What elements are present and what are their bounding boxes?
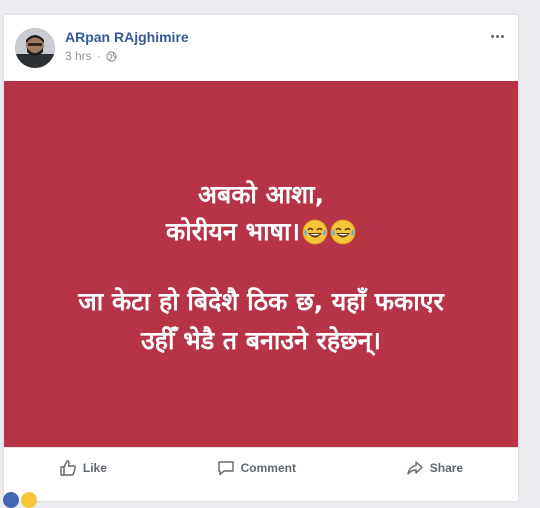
- comment-label: Comment: [240, 461, 296, 475]
- post-text-line: कोरीयन भाषा।: [166, 217, 300, 246]
- post-text-line: जा केटा हो बिदेशै ठिक छ, यहाँ फकाएर: [78, 287, 444, 316]
- meta-separator: ·: [96, 49, 101, 63]
- post-text-line-with-emoji: कोरीयन भाषा।: [4, 214, 518, 250]
- comment-icon: [217, 459, 235, 477]
- like-button[interactable]: Like: [47, 453, 119, 483]
- share-icon: [406, 459, 424, 477]
- author-name-link[interactable]: ARpan RAjghimire: [65, 29, 189, 45]
- share-label: Share: [429, 461, 464, 475]
- post-text-image[interactable]: अबको आशा, कोरीयन भाषा। जा केटा हो बिदेशै…: [4, 81, 518, 447]
- post-header: ARpan RAjghimire 3 hrs ·: [4, 15, 518, 81]
- comment-button[interactable]: Comment: [205, 453, 308, 483]
- post-text-line: उहीँ भेडै त बनाउने रहेछन्।: [140, 326, 382, 355]
- post-actions-bar: Like Comment Share: [4, 447, 518, 488]
- share-button[interactable]: Share: [394, 453, 475, 483]
- face-with-tears-of-joy-icon: [302, 219, 328, 245]
- post-meta: 3 hrs ·: [65, 49, 117, 63]
- thumbs-up-icon: [59, 459, 77, 477]
- like-reaction-icon: [3, 492, 19, 508]
- post-timestamp[interactable]: 3 hrs: [65, 49, 92, 63]
- like-label: Like: [82, 461, 107, 475]
- post-card: ARpan RAjghimire 3 hrs · अबको आशा, कोरीय…: [3, 14, 519, 502]
- avatar[interactable]: [15, 28, 55, 68]
- more-options-icon[interactable]: [486, 29, 508, 43]
- post-text-line: अबको आशा,: [197, 180, 325, 209]
- haha-reaction-icon: [21, 492, 37, 508]
- next-post-reactions-peek: [3, 492, 37, 508]
- globe-icon[interactable]: [106, 50, 117, 62]
- face-with-tears-of-joy-icon: [330, 219, 356, 245]
